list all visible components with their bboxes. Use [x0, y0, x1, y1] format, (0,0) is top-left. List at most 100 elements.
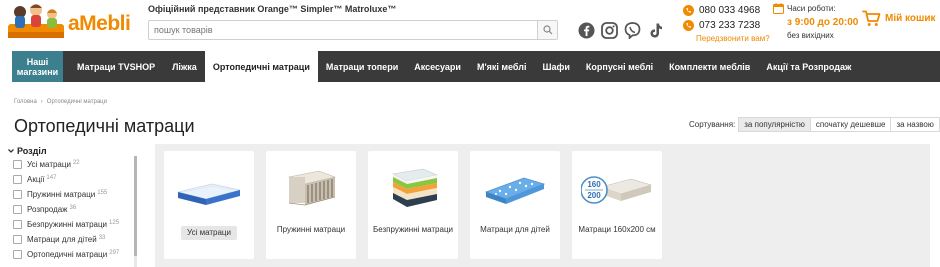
filter-checkbox[interactable] [13, 190, 22, 199]
category-card[interactable]: Безпружинні матраци [368, 151, 458, 259]
phone-number[interactable]: 073 233 7238 [699, 20, 760, 31]
filter-checkbox[interactable] [13, 160, 22, 169]
search-input[interactable] [149, 21, 537, 39]
phone-row[interactable]: 073 233 7238 [683, 18, 771, 33]
filter-item[interactable]: Акції 147 [6, 172, 140, 187]
hours-time: з 9:00 до 20:00 [787, 17, 859, 28]
breadcrumb-home[interactable]: Головна [14, 99, 37, 105]
cart-icon [862, 10, 881, 26]
category-label: Усі матраци [181, 226, 237, 240]
search-icon [542, 25, 552, 35]
kids-mattress-image [478, 167, 552, 213]
filter-checkbox[interactable] [13, 250, 22, 259]
nav-item-beds[interactable]: Ліжка [164, 51, 205, 82]
callback-link[interactable]: Передзвонити вам? [696, 34, 770, 43]
cart-label: Мій кошик [885, 13, 936, 24]
category-card[interactable]: Усі матраци [164, 151, 254, 259]
social-links [578, 22, 664, 39]
filter-item[interactable]: Розпродаж 36 [6, 202, 140, 217]
nav-item-accessories[interactable]: Аксесуари [406, 51, 469, 82]
filter-label: Розпродаж [27, 205, 68, 214]
breadcrumb-current: Ортопедичні матраци [46, 99, 107, 105]
filter-label: Акції [27, 175, 45, 184]
filter-count: 125 [109, 219, 120, 226]
filter-label: Пружинні матраци [27, 190, 96, 199]
phone-number[interactable]: 080 033 4968 [699, 5, 760, 16]
mattress-image [172, 167, 246, 213]
spring-mattress-image [274, 167, 348, 213]
nav-item-toppers[interactable]: Матраци топери [318, 51, 406, 82]
filter-checkbox[interactable] [13, 175, 22, 184]
main-nav: Наші магазини Матраци TVSHOP Ліжка Ортоп… [12, 51, 940, 82]
search-box [148, 20, 558, 40]
filter-heading-text: Розділ [17, 145, 47, 156]
nav-item-wardrobes[interactable]: Шафи [534, 51, 577, 82]
logo-family-icon [8, 4, 64, 38]
phone-row[interactable]: 080 033 4968 [683, 3, 771, 18]
nav-item-sales[interactable]: Акції та Розпродаж [758, 51, 859, 82]
filter-count: 33 [98, 234, 106, 241]
category-card[interactable]: Матраци для дітей [470, 151, 560, 259]
springless-mattress-image [376, 167, 450, 213]
filter-heading[interactable]: Розділ [6, 144, 140, 157]
sort-control: Сортування: за популярністю спочатку деш… [689, 117, 940, 132]
nav-item-orthopedic[interactable]: Ортопедичні матраци [204, 51, 318, 82]
breadcrumb: Головна › Ортопедичні матраци [14, 99, 107, 105]
category-label: Матраци для дітей [480, 225, 550, 234]
filter-label: Ортопедичні матраци [27, 250, 108, 259]
page: aMebli Офіційний представник Orange™ Sim… [0, 0, 940, 267]
calendar-icon [773, 3, 784, 14]
filter-count: 22 [72, 159, 80, 166]
phone-icon [683, 20, 694, 31]
chevron-down-icon [8, 148, 14, 153]
sort-option-popularity[interactable]: за популярністю [738, 117, 811, 132]
phone-list: 080 033 4968 073 233 7238 [683, 3, 771, 33]
filter-item[interactable]: Усі матраци 22 [6, 157, 140, 172]
category-grid: Усі матраци Пружинні матраци Безпружинні… [155, 144, 930, 267]
nav-item-shops[interactable]: Наші магазини [12, 51, 63, 82]
page-title: Ортопедичні матраци [14, 116, 195, 136]
tiktok-icon[interactable] [647, 22, 664, 39]
nav-item-cabinet-furniture[interactable]: Корпусні меблі [578, 51, 661, 82]
nav-item-soft-furniture[interactable]: М'які меблі [469, 51, 535, 82]
category-label: Пружинні матраци [276, 225, 346, 234]
hours-title-text: Часи роботи: [787, 4, 836, 13]
site-logo[interactable]: aMebli [6, 2, 136, 46]
cart-button[interactable]: Мій кошик [862, 10, 936, 27]
instagram-icon[interactable] [601, 22, 618, 39]
filter-item[interactable]: Безпружинні матраци 125 [6, 217, 140, 232]
filter-item[interactable]: Ортопедичні матраци 297 [6, 247, 140, 262]
filter-count: 36 [69, 204, 77, 211]
sort-option-cheapest[interactable]: спочатку дешевше [809, 117, 892, 132]
filter-item[interactable]: Пружинні матраци 155 [6, 187, 140, 202]
filter-checkbox[interactable] [13, 220, 22, 229]
nav-item-tvshop[interactable]: Матраци TVSHOP [63, 51, 164, 82]
hours-title: Часи роботи: [773, 3, 863, 14]
sidebar-scrollbar[interactable] [134, 156, 137, 267]
sort-label: Сортування: [689, 120, 736, 129]
filter-count: 147 [46, 174, 57, 181]
site-header: aMebli Офіційний представник Orange™ Sim… [0, 0, 940, 50]
category-card[interactable]: Пружинні матраци [266, 151, 356, 259]
scrollbar-thumb[interactable] [134, 156, 137, 256]
sort-option-name[interactable]: за назвою [890, 117, 940, 132]
filter-checkbox[interactable] [13, 205, 22, 214]
mattress-length-label: 200 [587, 191, 601, 200]
brand-name-text: aMebli [68, 12, 131, 35]
nav-item-furniture-sets[interactable]: Комплекти меблів [661, 51, 758, 82]
viber-icon[interactable] [624, 22, 641, 39]
category-card[interactable]: 160 200 Матраци 160x200 см [572, 151, 662, 259]
filter-checkbox[interactable] [13, 235, 22, 244]
category-label: Безпружинні матраци [372, 225, 453, 234]
breadcrumb-separator: › [40, 99, 43, 105]
brand-name: aMebli [68, 12, 131, 36]
filter-count: 155 [97, 189, 108, 196]
filter-count: 297 [109, 249, 120, 256]
filter-label: Матраци для дітей [27, 235, 97, 244]
filter-label: Усі матраци [27, 160, 71, 169]
filter-item[interactable]: Матраци для дітей 33 [6, 232, 140, 247]
search-button[interactable] [537, 21, 557, 39]
phone-icon [683, 5, 694, 16]
facebook-icon[interactable] [578, 22, 595, 39]
mattress-width-label: 160 [587, 180, 601, 189]
